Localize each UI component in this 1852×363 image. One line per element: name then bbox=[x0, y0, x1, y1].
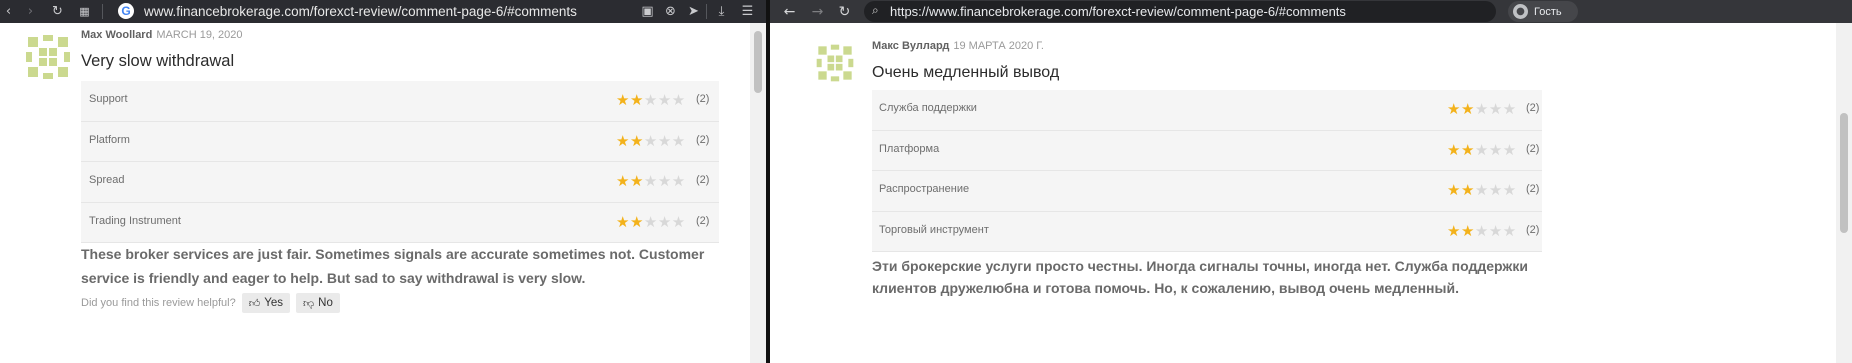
forward-icon[interactable]: → bbox=[808, 2, 827, 21]
rating-label: Trading Instrument bbox=[89, 214, 181, 227]
review-author[interactable]: Max Woollard bbox=[81, 29, 152, 41]
rating-row-spread: Spread ★★★★★ (2) bbox=[81, 162, 719, 203]
star-rating: ★★★★★ bbox=[616, 212, 686, 231]
rating-row-trading-instrument: Trading Instrument ★★★★★ (2) bbox=[81, 202, 719, 243]
star-rating: ★★★★★ bbox=[1447, 140, 1517, 159]
star-rating: ★★★★★ bbox=[1447, 100, 1517, 118]
rating-count: (2) bbox=[696, 214, 710, 227]
thumbs-down-icon: 👎︎ bbox=[302, 296, 315, 310]
rating-row-support: Служба поддержки ★★★★★ (2) bbox=[872, 90, 1542, 131]
rating-row-platform: Platform ★★★★★ (2) bbox=[81, 121, 719, 162]
search-icon: ⌕ bbox=[872, 3, 879, 17]
review-body: Эти брокерские услуги просто честны. Ино… bbox=[872, 258, 1528, 296]
shield-block-icon[interactable]: ⊗ bbox=[662, 3, 679, 20]
omnibox[interactable]: ⌕ https://www.financebrokerage.com/forex… bbox=[864, 1, 1496, 22]
rating-count: (2) bbox=[696, 93, 710, 105]
rating-row-platform: Платформа ★★★★★ (2) bbox=[872, 130, 1542, 171]
vertical-scrollbar[interactable] bbox=[1836, 23, 1852, 363]
review-body: These broker services are just fair. Som… bbox=[81, 246, 705, 286]
rating-label: Распространение bbox=[879, 183, 970, 195]
rating-label: Торговый инструмент bbox=[879, 223, 989, 236]
reload-icon[interactable]: ↻ bbox=[835, 2, 854, 21]
rating-label: Платформа bbox=[879, 142, 940, 155]
rating-count: (2) bbox=[1526, 102, 1540, 114]
profile-icon: ● bbox=[1513, 4, 1528, 19]
left-browser-toolbar: ‹ › ↻ ▦ G www.financebrokerage.com/forex… bbox=[0, 0, 766, 23]
address-bar[interactable]: www.financebrokerage.com/forexct-review/… bbox=[144, 3, 577, 20]
right-browser-toolbar: ← → ↻ ⌕ https://www.financebrokerage.com… bbox=[770, 0, 1852, 23]
scrollbar-thumb[interactable] bbox=[754, 31, 762, 93]
ratings-table: Support ★★★★★ (2) Platform ★★★★★ (2) Spr… bbox=[81, 81, 719, 243]
left-browser-window: ‹ › ↻ ▦ G www.financebrokerage.com/forex… bbox=[0, 0, 766, 363]
forward-icon[interactable]: › bbox=[22, 3, 39, 20]
download-icon[interactable]: ⤓ bbox=[713, 3, 730, 20]
rating-label: Служба поддержки bbox=[879, 102, 977, 114]
send-icon[interactable]: ➤ bbox=[685, 3, 702, 20]
scrollbar-thumb[interactable] bbox=[1840, 113, 1848, 233]
review-author[interactable]: Макс Вуллард bbox=[872, 40, 949, 52]
rating-label: Support bbox=[89, 93, 128, 105]
back-icon[interactable]: ← bbox=[780, 2, 799, 21]
rating-row-trading-instrument: Торговый инструмент ★★★★★ (2) bbox=[872, 211, 1542, 252]
rating-count: (2) bbox=[696, 174, 710, 186]
thumbs-up-icon: 👍︎ bbox=[248, 296, 261, 310]
review-title: Очень медленный вывод bbox=[872, 64, 1060, 81]
star-rating: ★★★★★ bbox=[616, 172, 686, 190]
profile-label: Гость bbox=[1534, 5, 1562, 18]
review-meta: Макс Вуллард 19 МАРТА 2020 Г. bbox=[872, 40, 1044, 52]
star-rating: ★★★★★ bbox=[1447, 181, 1517, 199]
rating-count: (2) bbox=[696, 133, 710, 146]
rating-label: Spread bbox=[89, 174, 125, 186]
address-bar[interactable]: https://www.financebrokerage.com/forexct… bbox=[890, 3, 1346, 20]
profile-button[interactable]: ● Гость bbox=[1508, 1, 1578, 22]
vote-yes-button[interactable]: 👍︎ Yes bbox=[241, 293, 290, 313]
review-meta: Max Woollard MARCH 19, 2020 bbox=[81, 29, 243, 41]
helpful-prompt: Did you find this review helpful? bbox=[81, 297, 236, 309]
reload-icon[interactable]: ↻ bbox=[49, 3, 66, 20]
ratings-table: Служба поддержки ★★★★★ (2) Платформа ★★★… bbox=[872, 90, 1542, 252]
rating-count: (2) bbox=[1526, 142, 1540, 155]
vertical-scrollbar[interactable] bbox=[750, 23, 766, 363]
star-rating: ★★★★★ bbox=[1447, 221, 1517, 240]
vote-no-label: No bbox=[318, 297, 333, 309]
helpful-vote-bar: Did you find this review helpful? 👍︎ Yes … bbox=[81, 293, 340, 313]
rating-label: Platform bbox=[89, 133, 130, 146]
back-icon[interactable]: ‹ bbox=[0, 3, 17, 20]
right-browser-window: ← → ↻ ⌕ https://www.financebrokerage.com… bbox=[770, 0, 1852, 363]
rating-count: (2) bbox=[1526, 223, 1540, 236]
menu-icon[interactable]: ☰ bbox=[739, 3, 756, 20]
toolbar-divider bbox=[706, 4, 707, 19]
camera-icon[interactable]: ▣ bbox=[639, 3, 656, 20]
google-icon[interactable]: G bbox=[118, 3, 134, 19]
rating-row-support: Support ★★★★★ (2) bbox=[81, 81, 719, 122]
review-date: MARCH 19, 2020 bbox=[156, 29, 243, 41]
star-rating: ★★★★★ bbox=[616, 131, 686, 150]
review-title: Very slow withdrawal bbox=[81, 52, 235, 70]
vote-no-button[interactable]: 👎︎ No bbox=[295, 293, 340, 313]
avatar bbox=[26, 35, 70, 79]
star-rating: ★★★★★ bbox=[616, 91, 686, 109]
toolbar-divider bbox=[102, 4, 103, 19]
review-date: 19 МАРТА 2020 Г. bbox=[953, 40, 1044, 52]
grid-icon[interactable]: ▦ bbox=[76, 3, 93, 20]
rating-count: (2) bbox=[1526, 183, 1540, 195]
rating-row-spread: Распространение ★★★★★ (2) bbox=[872, 171, 1542, 212]
avatar bbox=[816, 44, 854, 82]
vote-yes-label: Yes bbox=[264, 297, 283, 309]
